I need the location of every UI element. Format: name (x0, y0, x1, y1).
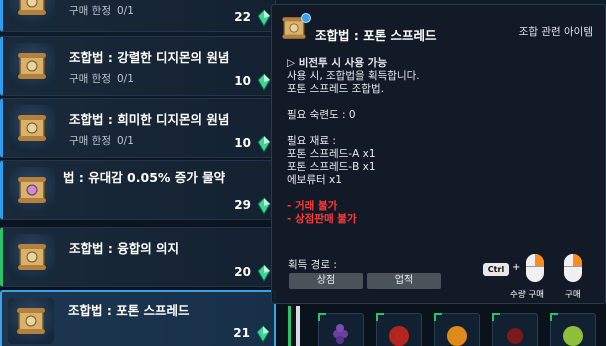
list-item[interactable]: 조합법 : 희미한 디지몬의 원념 구매 한정 0/1 10 (0, 98, 276, 158)
mouse-right-click-icon (564, 254, 582, 282)
recipe-scroll-icon (9, 0, 55, 25)
materials-header: 필요 재료 : (287, 135, 336, 147)
recipe-scroll-icon (9, 105, 55, 151)
acquisition-label: 획득 경로 : (288, 259, 337, 271)
list-item[interactable]: 조합법 : 강렬한 디지몬의 원념 구매 한정 0/1 10 (0, 36, 276, 96)
purchase-limit: 구매 한정 0/1 (69, 73, 134, 85)
restriction-trade: - 거래 불가 (287, 200, 338, 212)
currency-gem-icon (257, 264, 271, 282)
inventory-slot[interactable] (434, 313, 480, 346)
item-title: 조합법 : 포톤 스프레드 (68, 303, 190, 318)
mouse-right-click-icon (526, 254, 544, 282)
currency-gem-icon (256, 325, 270, 343)
ctrl-key-icon: Ctrl (483, 263, 509, 276)
item-title: 법 : 유대감 0.05% 증가 물약 (63, 170, 226, 185)
recipe-scroll-icon (280, 13, 311, 42)
inventory-slot[interactable] (376, 313, 422, 346)
currency-gem-icon (257, 135, 271, 153)
scrollbar[interactable] (296, 306, 300, 346)
inventory-slot[interactable] (318, 313, 364, 346)
tooltip-title: 조합법 : 포톤 스프레드 (315, 28, 437, 43)
inventory-slot[interactable] (492, 313, 538, 346)
notification-dot (301, 13, 311, 23)
purchase-limit: 구매 한정 0/1 (69, 5, 134, 17)
item-price: 29 (234, 198, 251, 212)
tooltip-body: ▷ 비전투 시 사용 가능 사용 시, 조합법을 획득합니다. 포톤 스프레드 … (287, 57, 420, 226)
purchase-limit: 구매 한정 0/1 (69, 135, 134, 147)
item-title: 조합법 : 희미한 디지몬의 원념 (69, 112, 230, 127)
plus-sign: + (512, 262, 521, 273)
usage-desc: 포톤 스프레드 조합법. (287, 83, 384, 95)
currency-gem-icon (257, 9, 271, 27)
divider-green (288, 306, 291, 346)
material-item: 포톤 스프레드-B x1 (287, 161, 376, 173)
recipe-scroll-icon (9, 234, 55, 280)
recipe-scroll-icon (9, 167, 55, 213)
item-list: 구매 한정 0/1 22 조합법 : 강렬한 디지몬의 원념 구매 한정 0/1 1… (0, 0, 282, 346)
list-item[interactable]: 법 : 유대감 0.05% 증가 물약 29 (0, 160, 276, 220)
item-price: 10 (234, 136, 251, 150)
currency-gem-icon (257, 197, 271, 215)
item-price: 20 (234, 265, 251, 279)
item-price: 21 (233, 326, 250, 340)
list-item[interactable]: 구매 한정 0/1 22 (0, 0, 276, 32)
bulk-buy-label: 수량 구매 (510, 290, 544, 300)
proficiency: 필요 숙련도 : 0 (287, 109, 356, 121)
usage-header: ▷ 비전투 시 사용 가능 (287, 57, 387, 69)
item-price: 22 (234, 10, 251, 24)
list-item[interactable]: 조합법 : 융합의 의지 20 (0, 227, 276, 287)
recipe-scroll-icon (9, 43, 55, 89)
item-price: 10 (234, 74, 251, 88)
material-item: 포톤 스프레드-A x1 (287, 148, 376, 160)
inventory-slot[interactable] (550, 313, 596, 346)
material-item: 에보류터 x1 (287, 174, 342, 186)
restriction-shop: - 상점판매 불가 (287, 213, 357, 225)
item-tooltip: 조합법 : 포톤 스프레드 조합 관련 아이템 ▷ 비전투 시 사용 가능 사용… (271, 4, 606, 304)
recipe-scroll-icon (8, 298, 54, 344)
acquisition-achievement-button[interactable]: 업적 (367, 273, 441, 289)
usage-desc: 사용 시, 조합법을 획득합니다. (287, 70, 420, 82)
acquisition-shop-button[interactable]: 상점 (289, 273, 363, 289)
currency-gem-icon (257, 73, 271, 91)
item-title: 조합법 : 강렬한 디지몬의 원념 (69, 50, 230, 65)
tooltip-category: 조합 관련 아이템 (518, 26, 593, 38)
list-item-selected[interactable]: 조합법 : 포톤 스프레드 21 (0, 290, 276, 346)
buy-label: 구매 (565, 290, 581, 300)
item-title: 조합법 : 융합의 의지 (69, 241, 180, 256)
